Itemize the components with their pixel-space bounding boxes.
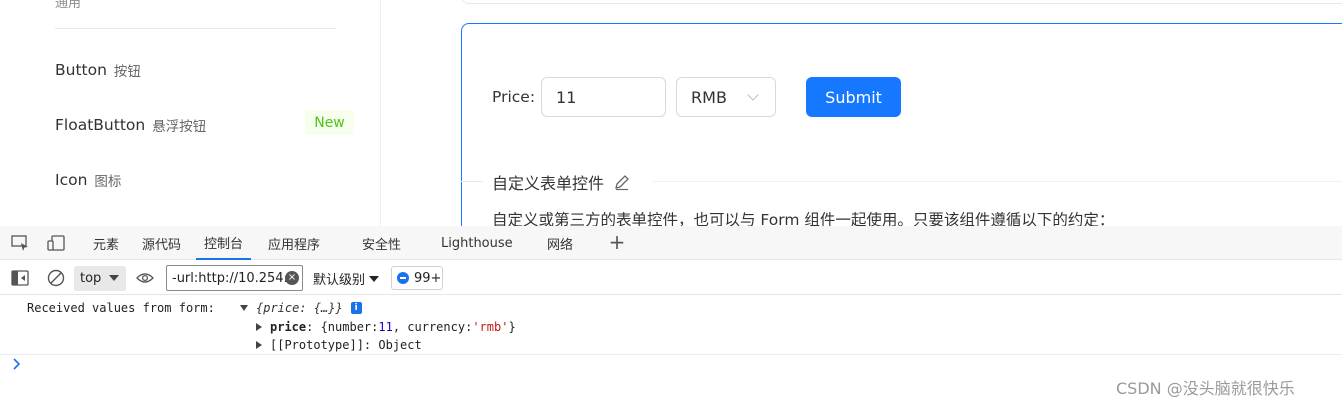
price-number-input[interactable]: 11 xyxy=(541,77,667,117)
chevron-down-icon xyxy=(747,90,761,104)
sidebar-nav: 通用 Button 按钮 FloatButton 悬浮按钮 New Icon 图… xyxy=(0,0,381,226)
eye-icon[interactable] xyxy=(136,271,154,285)
tab-security[interactable]: 安全性 xyxy=(362,226,401,260)
section-title: 自定义表单控件 xyxy=(492,170,631,194)
sidebar-toggle-icon[interactable] xyxy=(11,270,29,286)
sidebar-item-floatbutton[interactable]: FloatButton 悬浮按钮 xyxy=(55,112,206,138)
section-divider-left xyxy=(461,181,483,182)
collapsed-triangle-icon xyxy=(256,323,262,331)
inspect-element-icon[interactable] xyxy=(11,235,29,251)
tab-lighthouse[interactable]: Lighthouse xyxy=(441,226,513,260)
docs-page: 通用 Button 按钮 FloatButton 悬浮按钮 New Icon 图… xyxy=(0,0,1342,226)
triangle-down-icon xyxy=(109,275,119,281)
clear-console-icon[interactable] xyxy=(47,269,65,287)
section-description: 自定义或第三方的表单控件，也可以与 Form 组件一起使用。只要该组件遵循以下的… xyxy=(492,211,1115,226)
sidebar-item-label-zh: 按钮 xyxy=(113,64,141,80)
tab-elements[interactable]: 元素 xyxy=(93,226,119,260)
currency-select-value: RMB xyxy=(691,87,727,107)
context-select[interactable]: top xyxy=(74,266,126,291)
info-icon[interactable]: i xyxy=(350,302,362,314)
submit-button[interactable]: Submit xyxy=(806,77,902,117)
main-content: Price: 11 RMB Submit 自定义表单控件 自定义或第三方的表单控… xyxy=(381,0,1342,226)
demo-card: Price: 11 RMB Submit xyxy=(461,23,1342,226)
device-toolbar-icon[interactable] xyxy=(47,235,65,251)
console-output: Received values from form: {price: {…}} … xyxy=(0,295,1342,407)
tab-console[interactable]: 控制台 xyxy=(196,226,252,260)
console-toolbar: top -url:http://10.254.1 × 默认级别 99+ xyxy=(0,261,1342,295)
sidebar-group-label: 通用 xyxy=(55,0,82,11)
currency-select[interactable]: RMB xyxy=(676,77,777,117)
object-toggle[interactable]: {price: {…}} i xyxy=(240,301,362,315)
sidebar-item-label-zh: 图标 xyxy=(94,174,122,190)
clear-filter-icon[interactable]: × xyxy=(285,271,299,285)
console-row-divider xyxy=(0,354,1342,355)
sidebar-item-label-zh: 悬浮按钮 xyxy=(152,119,207,135)
sidebar-item-label: Icon xyxy=(55,171,88,189)
new-badge: New xyxy=(305,110,354,135)
collapsed-triangle-icon xyxy=(256,341,262,349)
object-property-price[interactable]: price: {number: 11, currency: 'rmb'} xyxy=(256,320,516,334)
section-divider-right xyxy=(653,181,1342,182)
watermark: CSDN @没头脑就很快乐 xyxy=(1116,379,1295,398)
price-form: Price: 11 RMB Submit xyxy=(492,77,902,117)
sidebar-item-icon[interactable]: Icon 图标 xyxy=(55,167,121,193)
sidebar-divider xyxy=(55,28,336,29)
tab-network[interactable]: 网络 xyxy=(547,226,573,260)
sidebar-item-label: FloatButton xyxy=(55,116,146,134)
issues-counter[interactable]: 99+ xyxy=(391,266,443,290)
log-message: Received values from form: xyxy=(27,301,215,315)
expanded-triangle-icon xyxy=(240,305,248,311)
devtools-panel: 元素 源代码 控制台 应用程序 安全性 Lighthouse 网络 + top xyxy=(0,226,1342,407)
devtools-tab-bar: 元素 源代码 控制台 应用程序 安全性 Lighthouse 网络 + xyxy=(0,226,1342,260)
filter-input[interactable]: -url:http://10.254.1 × xyxy=(166,265,303,291)
object-property-prototype[interactable]: [[Prototype]]: Object xyxy=(256,338,422,352)
console-prompt-icon[interactable] xyxy=(12,357,22,371)
screen: 通用 Button 按钮 FloatButton 悬浮按钮 New Icon 图… xyxy=(0,0,1342,407)
edit-icon[interactable] xyxy=(613,173,631,191)
sidebar-item-button[interactable]: Button 按钮 xyxy=(55,57,141,83)
sidebar-item-label: Button xyxy=(55,61,107,79)
log-level-select[interactable]: 默认级别 xyxy=(313,266,380,291)
price-label: Price: xyxy=(492,88,536,106)
plus-icon[interactable]: + xyxy=(607,232,627,252)
message-icon xyxy=(397,272,409,284)
previous-demo-card xyxy=(461,0,1342,4)
triangle-down-icon xyxy=(369,275,380,282)
tab-sources[interactable]: 源代码 xyxy=(142,226,181,260)
tab-application[interactable]: 应用程序 xyxy=(268,226,320,260)
object-preview: {price: {…}} xyxy=(256,301,343,315)
